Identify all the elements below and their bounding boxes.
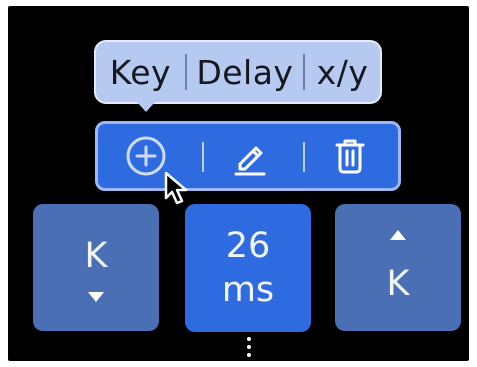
toolbar-divider	[303, 142, 305, 172]
edit-step-button[interactable]	[220, 124, 280, 188]
more-options-icon[interactable]	[246, 337, 252, 357]
pencil-icon	[234, 146, 266, 176]
delay-unit: ms	[221, 270, 275, 310]
step-type-menu: Key Delay x/y	[94, 40, 382, 112]
macro-editor-canvas: Key Delay x/y K 26 ms K	[8, 6, 469, 361]
dot	[247, 345, 251, 349]
key-down-step-card[interactable]: K	[33, 204, 159, 331]
menu-item-xy[interactable]: x/y	[305, 42, 380, 102]
plus-circle-icon	[126, 136, 166, 176]
key-up-step-card[interactable]: K	[335, 204, 461, 331]
menu-item-key[interactable]: Key	[96, 42, 185, 102]
step-action-toolbar	[95, 121, 401, 191]
mouse-cursor-icon	[164, 171, 188, 205]
menu-item-delay[interactable]: Delay	[187, 42, 303, 102]
delay-step-card[interactable]: 26 ms	[185, 204, 311, 332]
trash-icon	[335, 139, 365, 174]
toolbar-divider	[202, 142, 204, 172]
dot	[247, 337, 251, 341]
key-label: K	[84, 235, 108, 276]
key-label: K	[386, 263, 410, 304]
dot	[247, 353, 251, 357]
arrow-up-icon	[390, 229, 406, 240]
delay-value: 26	[225, 226, 271, 266]
delete-step-button[interactable]	[320, 124, 380, 188]
arrow-down-icon	[88, 291, 104, 302]
